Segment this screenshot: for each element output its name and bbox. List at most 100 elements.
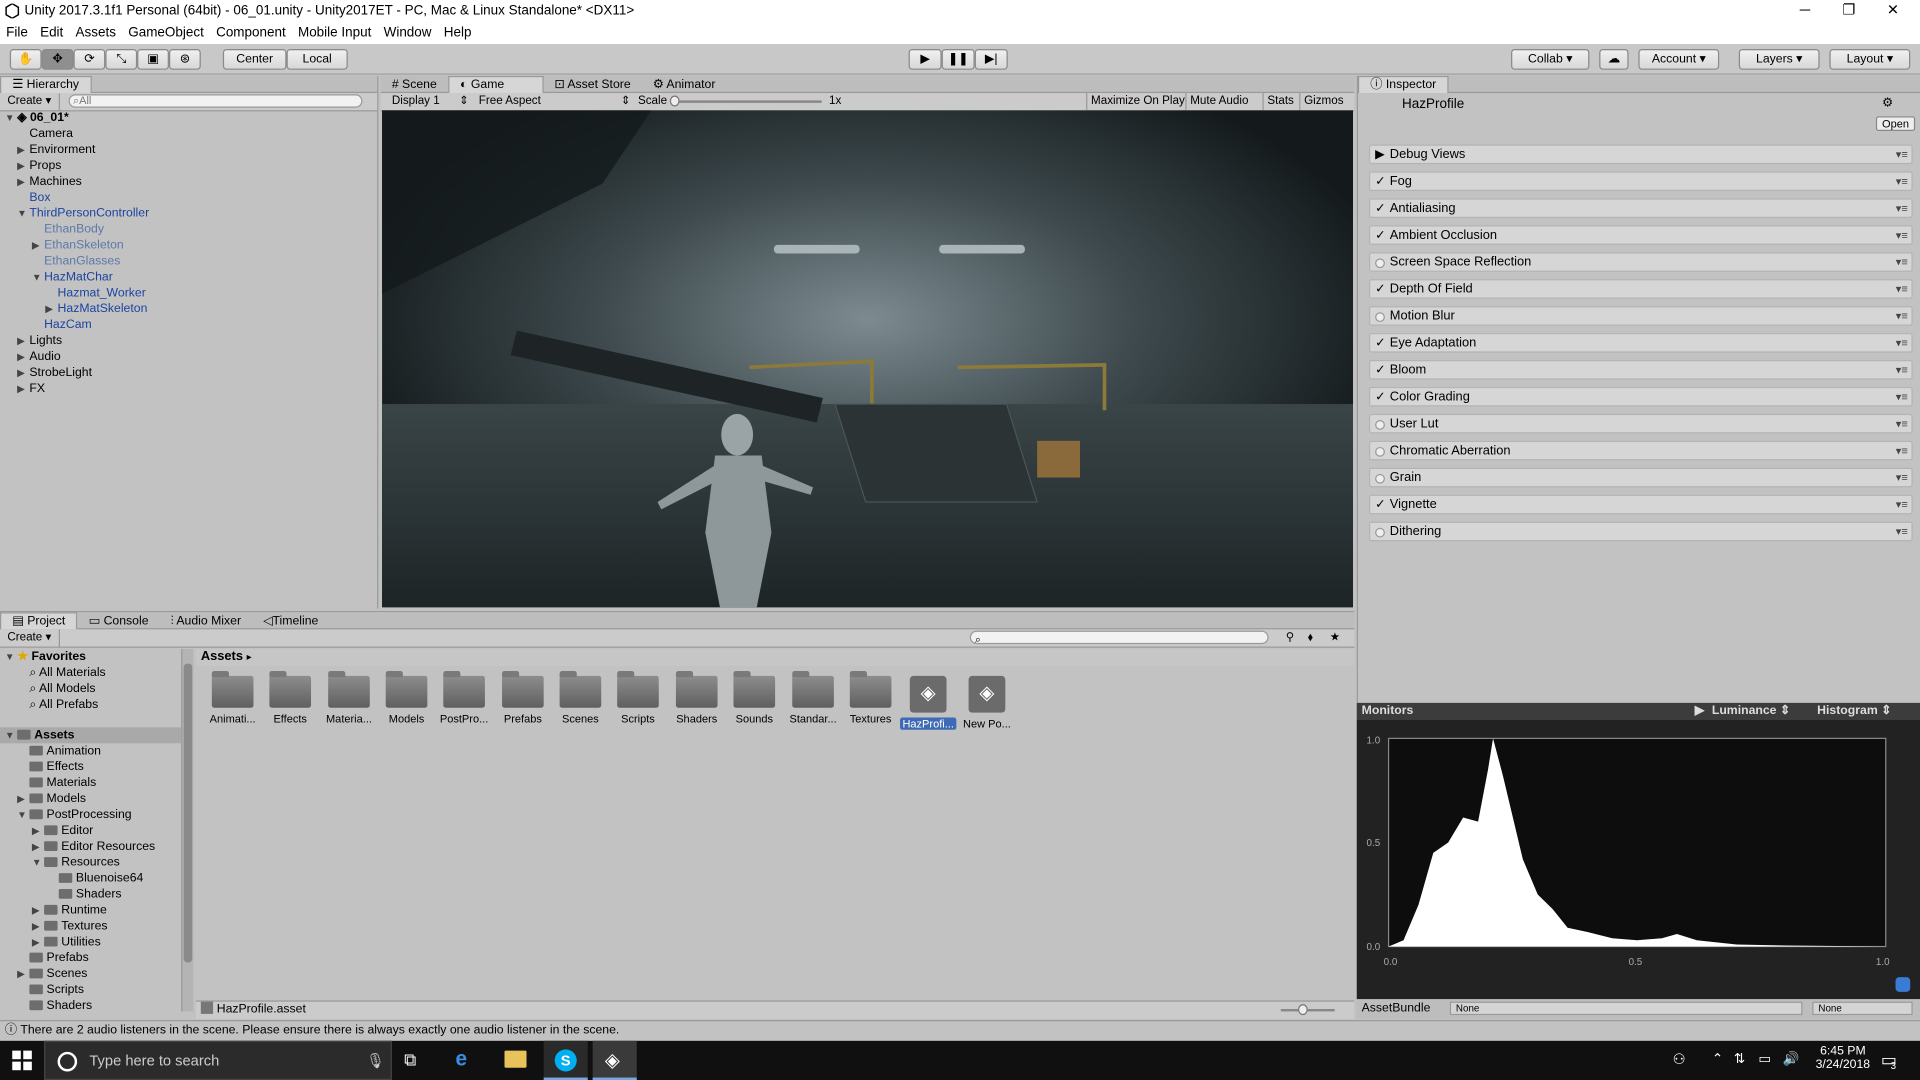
scene-root-row[interactable]: ▼ ◈ 06_01* — [5, 110, 69, 126]
menu-icon[interactable]: ▾≡ — [1896, 173, 1908, 190]
tab-animator[interactable]: ⚙ Animator — [642, 77, 727, 94]
asset-postprocessing-profile-selected[interactable]: ◈ HazProfi... — [900, 675, 957, 730]
menu-gameobject[interactable]: GameObject — [122, 22, 210, 44]
menu-icon[interactable]: ▾≡ — [1896, 388, 1908, 405]
checkmark-icon[interactable]: ✓ — [1375, 336, 1390, 353]
effect-row-user-lut[interactable]: User Lut ▾≡ — [1368, 413, 1913, 434]
close-button[interactable]: ✕ — [1871, 0, 1915, 22]
assets-root-row[interactable]: ▼ Assets — [0, 727, 182, 744]
checkmark-icon[interactable]: ✓ — [1375, 174, 1390, 191]
game-viewport[interactable] — [382, 110, 1354, 608]
asset-folder[interactable]: Prefabs — [495, 671, 551, 725]
file-explorer-icon[interactable] — [504, 1050, 527, 1068]
people-icon[interactable]: ⚇ — [1673, 1051, 1686, 1068]
hierarchy-item[interactable]: EthanGlasses — [44, 253, 120, 269]
tree-item[interactable]: Shaders — [58, 887, 122, 903]
tab-game[interactable]: ◐ Game — [447, 75, 544, 94]
network-icon[interactable]: ⇅ — [1734, 1051, 1745, 1067]
tab-asset-store[interactable]: ⊡ Asset Store — [543, 77, 641, 94]
menu-icon[interactable]: ▾≡ — [1896, 469, 1908, 486]
tree-item[interactable]: Scripts — [29, 982, 84, 998]
checkmark-icon[interactable]: ✓ — [1375, 228, 1390, 245]
move-tool-button[interactable]: ✥ — [41, 48, 74, 70]
favorite-item[interactable]: ⌕ All Models — [29, 681, 95, 697]
cloud-button[interactable]: ☁ — [1599, 48, 1629, 70]
step-button[interactable]: ▶| — [974, 48, 1008, 70]
asset-folder[interactable]: Shaders — [669, 671, 725, 725]
effect-row-ambient-occlusion[interactable]: ✓ Ambient Occlusion ▾≡ — [1368, 225, 1913, 245]
account-dropdown[interactable]: Account ▾ — [1638, 48, 1720, 70]
menu-icon[interactable]: ▾≡ — [1896, 200, 1908, 217]
tab-console[interactable]: ▭ Console — [78, 613, 160, 630]
filter-label-icon[interactable]: ⬧ — [1308, 629, 1313, 646]
tab-timeline[interactable]: ◁Timeline — [252, 613, 329, 630]
hierarchy-item[interactable]: ▼ ThirdPersonController — [17, 206, 149, 222]
checkmark-icon[interactable]: ✓ — [1375, 389, 1390, 406]
menu-assets[interactable]: Assets — [69, 22, 122, 44]
rotate-tool-button[interactable]: ⟳ — [73, 48, 106, 70]
tree-item[interactable]: Animation — [29, 743, 101, 759]
hierarchy-item[interactable]: ▼ HazMatChar — [32, 269, 113, 285]
menu-icon[interactable]: ▾≡ — [1896, 523, 1908, 540]
assetbundle-dropdown[interactable]: None — [1449, 1001, 1803, 1016]
tree-item[interactable]: Effects — [29, 759, 84, 775]
tag-icon[interactable] — [1895, 977, 1911, 992]
checkmark-icon[interactable]: ✓ — [1375, 362, 1390, 379]
skype-taskbar-button[interactable]: S — [543, 1040, 588, 1080]
pivot-center-button[interactable]: Center — [222, 48, 287, 70]
menu-icon[interactable]: ▾≡ — [1896, 415, 1908, 432]
hierarchy-create-button[interactable]: Create ▾ — [0, 93, 60, 111]
tree-item[interactable]: ▼ Resources — [32, 855, 120, 871]
maximize-button[interactable]: ❐ — [1827, 0, 1871, 22]
edge-browser-icon[interactable]: e — [456, 1047, 468, 1071]
settings-gear-icon[interactable]: ⚙ — [1882, 97, 1893, 110]
radio-off-icon[interactable] — [1375, 524, 1390, 544]
display-dropdown[interactable]: Display 1 — [392, 93, 440, 110]
tab-hierarchy[interactable]: ☰ Hierarchy — [0, 75, 92, 94]
asset-folder[interactable]: Effects — [262, 671, 318, 725]
pivot-local-button[interactable]: Local — [286, 48, 348, 70]
tab-audio-mixer[interactable]: ⫶ Audio Mixer — [160, 613, 253, 630]
hierarchy-item[interactable]: ▶ EthanSkeleton — [32, 238, 124, 254]
hierarchy-item[interactable]: ▶ Machines — [17, 174, 82, 190]
asset-folder[interactable]: Sounds — [726, 671, 782, 725]
menu-icon[interactable]: ▾≡ — [1896, 361, 1908, 378]
tab-scene[interactable]: # Scene — [381, 77, 448, 94]
tree-item[interactable]: ▶ Editor Resources — [32, 839, 155, 855]
radio-off-icon[interactable] — [1375, 443, 1390, 463]
task-view-icon[interactable]: ⧉ — [404, 1049, 416, 1070]
layers-dropdown[interactable]: Layers ▾ — [1738, 48, 1820, 70]
effect-row-ssr[interactable]: Screen Space Reflection ▾≡ — [1368, 252, 1913, 272]
hierarchy-item[interactable]: ▶ HazMatSkeleton — [45, 301, 147, 317]
pause-button[interactable]: ❚❚ — [941, 48, 975, 70]
effect-row-bloom[interactable]: ✓ Bloom ▾≡ — [1368, 360, 1913, 380]
scale-tool-button[interactable]: ⤡ — [105, 48, 138, 70]
tree-item[interactable]: Materials — [29, 775, 96, 791]
effect-row-grain[interactable]: Grain ▾≡ — [1368, 467, 1913, 488]
effect-row-motion-blur[interactable]: Motion Blur ▾≡ — [1368, 306, 1913, 326]
status-bar[interactable]: ⓘ There are 2 audio listeners in the sce… — [0, 1020, 1920, 1041]
effect-row-fog[interactable]: ✓ Fog ▾≡ — [1368, 171, 1913, 192]
microphone-icon[interactable]: 🎙 — [366, 1052, 385, 1069]
assetbundle-variant-dropdown[interactable]: None — [1812, 1001, 1913, 1016]
windows-start-icon[interactable] — [12, 1050, 32, 1071]
scale-slider[interactable] — [672, 100, 822, 103]
effect-row-depth-of-field[interactable]: ✓ Depth Of Field ▾≡ — [1368, 279, 1913, 299]
maximize-on-play-toggle[interactable]: Maximize On Play — [1086, 93, 1188, 111]
tree-item[interactable]: Shaders — [29, 998, 92, 1011]
menu-icon[interactable]: ▾≡ — [1896, 307, 1908, 324]
effect-row-dithering[interactable]: Dithering ▾≡ — [1368, 521, 1913, 544]
menu-icon[interactable]: ▾≡ — [1896, 442, 1908, 459]
project-search-input[interactable]: ⌕ — [969, 630, 1269, 645]
effect-row-vignette[interactable]: ✓ Vignette ▾≡ — [1368, 494, 1913, 515]
play-icon[interactable]: ▶ — [1695, 703, 1704, 720]
menu-edit[interactable]: Edit — [34, 22, 69, 44]
hierarchy-item[interactable]: Box — [29, 190, 50, 206]
tab-project[interactable]: ▤ Project — [0, 612, 78, 630]
tree-item[interactable]: ▶ Editor — [32, 823, 93, 839]
asset-postprocessing-profile[interactable]: ◈ New Po... — [959, 675, 1015, 730]
effect-row-color-grading[interactable]: ✓ Color Grading ▾≡ — [1368, 386, 1913, 407]
histogram-dropdown[interactable]: Histogram ⇕ — [1817, 703, 1920, 720]
hierarchy-item[interactable]: ▶ FX — [17, 381, 45, 397]
asset-folder[interactable]: Animati... — [204, 671, 260, 725]
